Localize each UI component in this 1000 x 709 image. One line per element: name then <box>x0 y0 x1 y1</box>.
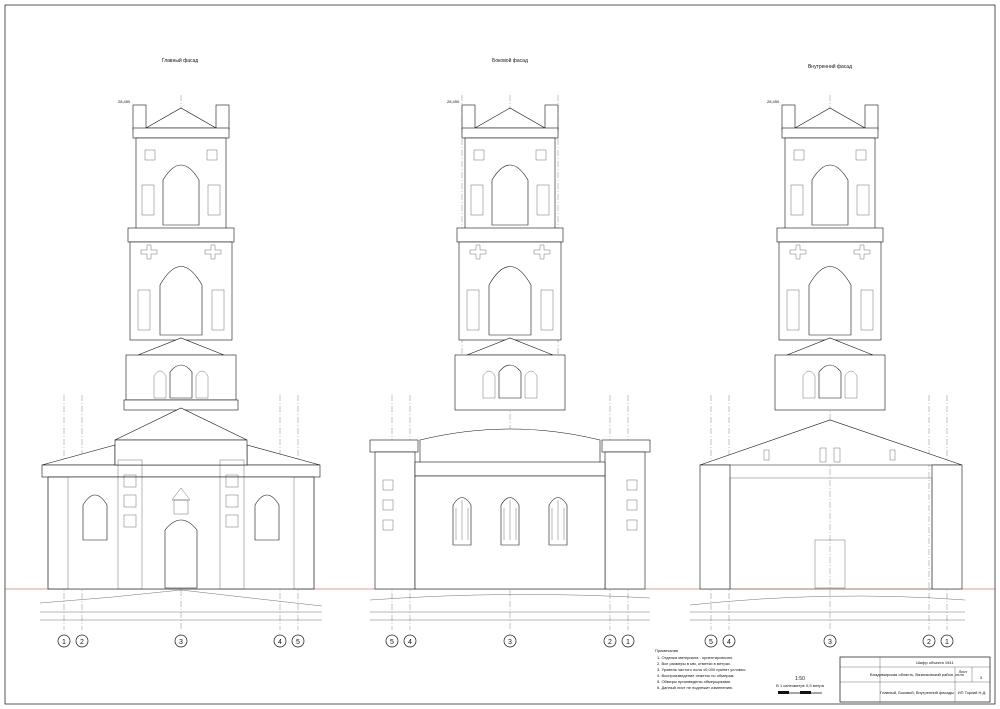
dimension-chain <box>690 611 965 621</box>
svg-text:1: 1 <box>945 639 949 646</box>
svg-text:3: 3 <box>508 639 512 646</box>
title-location: Владимирская область, Вязниковский район… <box>870 672 965 677</box>
axis-markers: 5 4 3 2 1 <box>704 634 954 648</box>
title-object: Шифр объекта 1941 <box>916 660 954 665</box>
view-title: Главный фасад <box>162 57 198 64</box>
note-item: 4. Воспроизведение отметок по обмерам. <box>657 673 734 678</box>
svg-text:1: 1 <box>62 639 66 646</box>
note-item: 2. Все размеры в мм, отметки в метрах. <box>657 661 731 666</box>
scale-bar: 1:50 В 1 сантиметре 0,5 метра <box>776 676 825 694</box>
church-body <box>369 428 651 590</box>
svg-text:3: 3 <box>179 639 183 646</box>
view-side-facade: Боковой фасад 28,450 5 4 3 2 1 <box>369 57 651 648</box>
svg-text:4: 4 <box>408 639 412 646</box>
title-org: ИП Торкий Н.Д. <box>958 690 987 695</box>
terrain-line <box>689 595 966 606</box>
view-main-facade: Главный фасад 28,450 1 2 3 4 5 <box>39 57 323 648</box>
note-item: 6. Данный лист не подлежит изменению. <box>657 685 733 690</box>
bell-tower <box>454 104 566 411</box>
svg-text:5: 5 <box>709 639 713 646</box>
note-item: 5. Обмеры произведены обмерщиками. <box>657 679 731 684</box>
view-title: Внутренний фасад <box>808 63 852 70</box>
svg-text:3: 3 <box>828 639 832 646</box>
drawing-sheet: Главный фасад 28,450 1 2 3 4 5 Боковой ф… <box>4 4 996 705</box>
svg-text:2: 2 <box>608 639 612 646</box>
bell-tower <box>774 104 886 411</box>
church-section <box>699 419 963 590</box>
level-mark: 28,450 <box>118 99 131 104</box>
church-body <box>41 407 321 590</box>
view-inner-facade: Внутренний фасад 28,450 5 4 3 2 1 <box>689 63 966 648</box>
svg-text:1: 1 <box>626 639 630 646</box>
title-sheet-no: 3 <box>980 675 983 680</box>
title-block: Шифр объекта 1941 Владимирская область, … <box>839 656 991 703</box>
title-stage: Лист <box>959 669 968 674</box>
title-sheet-title: Главный, Боковой, Внутренний фасады <box>880 690 954 695</box>
notes-block: Примечания 1. Отделка материала - ориент… <box>655 648 746 690</box>
axis-markers: 5 4 3 2 1 <box>385 634 635 648</box>
svg-text:4: 4 <box>727 639 731 646</box>
notes-heading: Примечания <box>655 648 678 653</box>
level-mark: 28,450 <box>767 99 780 104</box>
svg-text:5: 5 <box>296 639 300 646</box>
svg-text:5: 5 <box>390 639 394 646</box>
svg-text:2: 2 <box>927 639 931 646</box>
scale-label: 1:50 <box>795 676 805 682</box>
svg-text:2: 2 <box>80 639 84 646</box>
bell-tower <box>123 104 239 411</box>
axis-markers: 1 2 3 4 5 <box>57 634 305 648</box>
svg-text:4: 4 <box>278 639 282 646</box>
note-item: 1. Отделка материала - ориентировочно. <box>657 655 733 660</box>
view-title: Боковой фасад <box>492 57 528 64</box>
note-item: 3. Уровень чистого пола ±0,000 принят ус… <box>657 667 746 672</box>
scale-note: В 1 сантиметре 0,5 метра <box>776 683 824 688</box>
level-mark: 28,450 <box>447 99 460 104</box>
